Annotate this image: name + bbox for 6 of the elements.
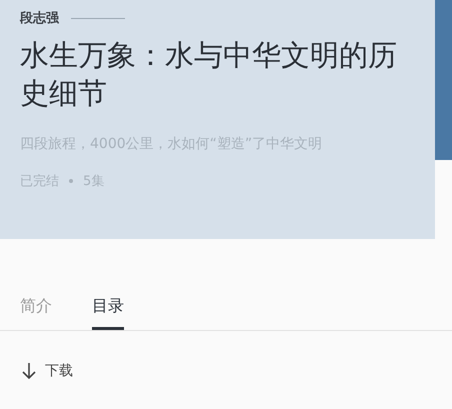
download-button[interactable]: 下载	[22, 362, 73, 380]
separator-dot	[69, 179, 73, 183]
download-icon	[22, 362, 36, 380]
author-name: 段志强	[20, 10, 59, 27]
course-title: 水生万象：水与中华文明的历史细节	[20, 37, 398, 112]
tab[interactable]: 目录	[92, 296, 124, 330]
